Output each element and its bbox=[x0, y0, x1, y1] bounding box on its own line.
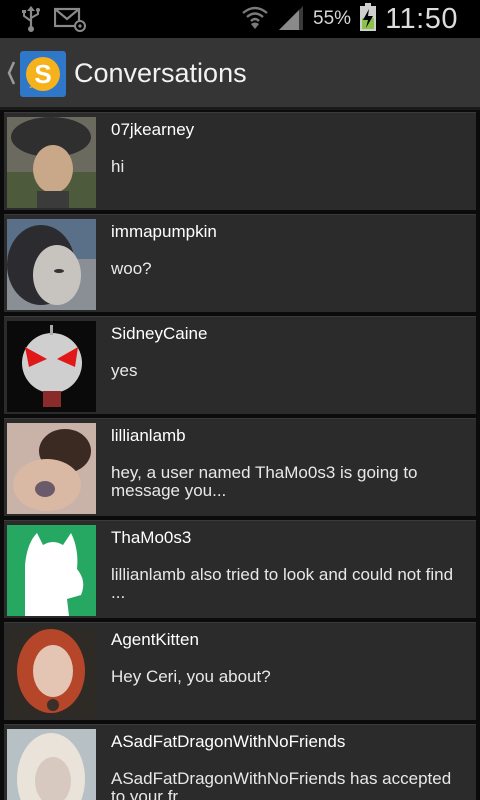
signal-icon bbox=[277, 3, 305, 35]
avatar bbox=[7, 219, 96, 310]
clock: 11:50 bbox=[385, 2, 458, 35]
conversation-name: ThaMo0s3 bbox=[111, 528, 192, 547]
conversation-item[interactable]: ASadFatDragonWithNoFriends ASadFatDragon… bbox=[4, 724, 476, 800]
wifi-icon bbox=[241, 3, 269, 35]
conversation-list[interactable]: 07jkearney hi immapumpkin woo? SidneyCai… bbox=[0, 110, 480, 800]
conversation-item[interactable]: AgentKitten Hey Ceri, you about? bbox=[4, 622, 476, 720]
conversation-preview: Hey Ceri, you about? bbox=[111, 667, 271, 686]
battery-charging-icon bbox=[359, 2, 377, 36]
chevron-left-icon[interactable] bbox=[6, 58, 16, 92]
conversation-name: SidneyCaine bbox=[111, 324, 208, 343]
email-icon bbox=[53, 6, 86, 36]
conversation-name: lillianlamb bbox=[111, 426, 186, 445]
conversation-name: AgentKitten bbox=[111, 630, 199, 649]
app-logo-letter: S bbox=[34, 59, 51, 89]
avatar bbox=[7, 525, 96, 616]
conversation-preview: hey, a user named ThaMo0s3 is going to m… bbox=[111, 463, 418, 500]
conversation-name: ASadFatDragonWithNoFriends bbox=[111, 732, 346, 751]
avatar bbox=[7, 117, 96, 208]
avatar bbox=[7, 423, 96, 514]
status-bar: 55% 11:50 bbox=[0, 0, 480, 38]
conversation-name: immapumpkin bbox=[111, 222, 217, 241]
app-logo-icon[interactable]: S bbox=[20, 51, 66, 97]
conversation-item[interactable]: ThaMo0s3 lillianlamb also tried to look … bbox=[4, 520, 476, 618]
avatar bbox=[7, 729, 96, 800]
page-title: Conversations bbox=[74, 58, 247, 88]
conversation-item[interactable]: 07jkearney hi bbox=[4, 112, 476, 210]
usb-icon bbox=[20, 5, 42, 37]
battery-percent: 55% bbox=[313, 8, 352, 29]
action-bar: S Conversations bbox=[0, 38, 480, 110]
conversation-preview: hi bbox=[111, 157, 125, 176]
avatar bbox=[7, 627, 96, 718]
conversation-name: 07jkearney bbox=[111, 120, 195, 139]
conversation-preview: yes bbox=[111, 361, 138, 380]
avatar bbox=[7, 321, 96, 412]
conversation-preview: woo? bbox=[111, 259, 152, 278]
conversation-item[interactable]: lillianlamb hey, a user named ThaMo0s3 i… bbox=[4, 418, 476, 516]
conversation-item[interactable]: SidneyCaine yes bbox=[4, 316, 476, 414]
conversation-preview: ASadFatDragonWithNoFriends has accepted … bbox=[111, 769, 452, 800]
conversation-preview: lillianlamb also tried to look and could… bbox=[111, 565, 454, 602]
conversation-item[interactable]: immapumpkin woo? bbox=[4, 214, 476, 312]
